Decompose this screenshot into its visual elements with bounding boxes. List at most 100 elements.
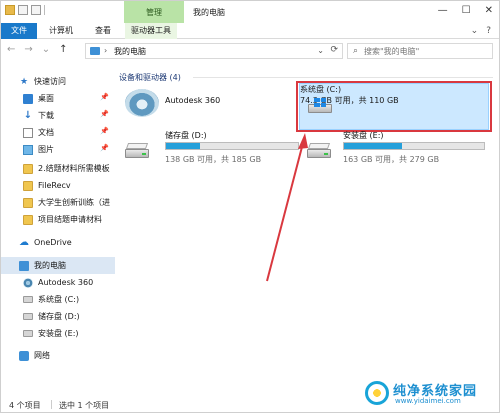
sidebar-item-pictures[interactable]: 图片 📌 [1, 141, 115, 158]
item-count: 4 个项目 [9, 401, 41, 410]
breadcrumb-separator[interactable]: › [104, 46, 107, 55]
sidebar-item-label: 系统盘 (C:) [38, 295, 80, 304]
sidebar-item-folder[interactable]: 大学生创新训练（进 [1, 194, 115, 211]
ribbon-right-controls: ⌄ ? [471, 26, 491, 36]
folder-icon [23, 197, 33, 208]
drive-usage-fill [166, 143, 200, 149]
sidebar-item-label: 大学生创新训练（进 [38, 198, 110, 207]
drive-c-tile[interactable]: 系统盘 (C:) 74.3 GB 可用，共 110 GB [299, 83, 489, 130]
drive-usage-bar [343, 142, 485, 150]
sidebar-item-folder[interactable]: FileRecv [1, 177, 115, 194]
watermark-url: www.yidaimei.com [395, 397, 461, 405]
group-header[interactable]: 设备和驱动器 (4) [119, 72, 181, 83]
sidebar-item-label: Autodesk 360 [38, 278, 94, 287]
selection-count: 选中 1 个项目 [59, 401, 110, 410]
sidebar-item-label: OneDrive [34, 238, 72, 247]
drive-name: 安装盘 (E:) [343, 131, 384, 140]
navigation-bar: ← → ⌄ ↑ › 我的电脑 ⌄ ⟳ ⌕ [1, 40, 499, 62]
sidebar-item-label: 文档 [38, 128, 54, 137]
folder-icon[interactable] [5, 5, 15, 15]
computer-icon [19, 260, 29, 271]
title-bar: 管理 我的电脑 — ☐ ✕ [1, 1, 499, 23]
autodesk-icon [125, 89, 159, 117]
drive-icon [23, 296, 33, 303]
sidebar-item-label: 我的电脑 [34, 261, 66, 270]
document-icon [23, 127, 33, 138]
drive-icon [307, 143, 331, 158]
sidebar-item-folder[interactable]: 2.结题材料所需模板 [1, 160, 115, 177]
sidebar-item-drive-c[interactable]: 系统盘 (C:) [1, 291, 115, 308]
sidebar-item-label: 项目结题申请材料 [38, 215, 102, 224]
search-icon: ⌕ [353, 46, 359, 56]
up-button[interactable]: ↑ [59, 44, 67, 55]
tab-computer[interactable]: 计算机 [43, 23, 79, 39]
back-button[interactable]: ← [7, 44, 15, 55]
drive-usage-bar [165, 142, 299, 150]
drive-usage-fill [344, 143, 403, 149]
pin-icon[interactable]: 📌 [100, 127, 109, 135]
drive-free-space: 138 GB 可用，共 185 GB [165, 155, 262, 164]
sidebar-item-onedrive[interactable]: ☁ OneDrive [1, 234, 115, 251]
group-divider [193, 77, 493, 78]
onedrive-icon: ☁ [19, 236, 29, 248]
tab-view[interactable]: 查看 [89, 23, 117, 39]
toolbar-divider [44, 5, 45, 15]
sidebar-item-drive-d[interactable]: 储存盘 (D:) [1, 308, 115, 325]
nav-buttons: ← → ⌄ ↑ [7, 44, 68, 55]
sidebar-item-this-pc[interactable]: 我的电脑 [1, 257, 115, 274]
sidebar-item-label: FileRecv [38, 181, 71, 190]
quick-access-toolbar [5, 5, 45, 15]
pin-icon[interactable]: 📌 [100, 110, 109, 118]
sidebar-item-network[interactable]: 网络 [1, 347, 115, 364]
tab-file[interactable]: 文件 [1, 23, 37, 39]
search-input[interactable] [364, 45, 488, 57]
folder-icon [23, 163, 33, 174]
sidebar-item-drive-e[interactable]: 安装盘 (E:) [1, 325, 115, 342]
sidebar-item-quick-access[interactable]: ★ 快速访问 [1, 73, 115, 90]
sidebar-item-desktop[interactable]: 桌面 📌 [1, 90, 115, 107]
drive-icon [125, 143, 149, 158]
status-divider [51, 400, 52, 409]
sidebar-item-label: 2.结题材料所需模板 [38, 164, 110, 173]
address-bar[interactable]: › 我的电脑 ⌄ ⟳ [85, 43, 343, 59]
recent-locations-button[interactable]: ⌄ [42, 44, 50, 55]
minimize-button[interactable]: — [438, 5, 448, 16]
close-button[interactable]: ✕ [485, 5, 493, 16]
pin-icon[interactable]: 📌 [100, 93, 109, 101]
windows-logo-icon [314, 98, 326, 107]
drive-icon [308, 98, 332, 113]
sidebar-item-label: 图片 [38, 145, 54, 154]
forward-button[interactable]: → [24, 44, 32, 55]
properties-icon[interactable] [18, 5, 28, 15]
sidebar-item-label: 桌面 [38, 94, 54, 103]
sidebar-item-downloads[interactable]: ↓ 下载 📌 [1, 107, 115, 124]
help-icon[interactable]: ? [486, 26, 491, 36]
folder-icon [23, 214, 33, 225]
breadcrumb[interactable]: 我的电脑 [114, 46, 146, 57]
tile-label: Autodesk 360 [165, 96, 221, 105]
sidebar-item-folder[interactable]: 项目结题申请材料 [1, 211, 115, 228]
drive-free-space: 163 GB 可用，共 279 GB [343, 155, 440, 164]
computer-icon [90, 47, 100, 55]
drive-e-tile[interactable]: 安装盘 (E:) 163 GB 可用，共 279 GB [307, 129, 493, 169]
manage-context-tab[interactable]: 管理 [124, 1, 184, 23]
drive-d-tile[interactable]: 储存盘 (D:) 138 GB 可用，共 185 GB [125, 129, 301, 169]
content-pane: 设备和驱动器 (4) Autodesk 360 系统盘 (C:) 74.3 GB… [115, 63, 499, 393]
tab-drive-tools[interactable]: 驱动器工具 [125, 23, 177, 39]
download-icon: ↓ [23, 109, 33, 121]
sidebar-item-documents[interactable]: 文档 📌 [1, 124, 115, 141]
address-dropdown-icon[interactable]: ⌄ [317, 46, 324, 55]
chevron-down-icon[interactable]: ⌄ [471, 26, 479, 36]
new-folder-icon[interactable] [31, 5, 41, 15]
explorer-window: 管理 我的电脑 — ☐ ✕ 文件 计算机 查看 驱动器工具 ⌄ ? ← → ⌄ … [0, 0, 500, 413]
autodesk-icon [23, 277, 33, 288]
autodesk-360-tile[interactable]: Autodesk 360 [125, 85, 295, 123]
sidebar-item-label: 下载 [38, 111, 54, 120]
maximize-button[interactable]: ☐ [462, 5, 471, 16]
sidebar-item-label: 网络 [34, 351, 50, 360]
pin-icon[interactable]: 📌 [100, 144, 109, 152]
window-title: 我的电脑 [193, 8, 225, 17]
sidebar-item-autodesk-360[interactable]: Autodesk 360 [1, 274, 115, 291]
folder-icon [23, 180, 33, 191]
refresh-icon[interactable]: ⟳ [330, 45, 338, 55]
